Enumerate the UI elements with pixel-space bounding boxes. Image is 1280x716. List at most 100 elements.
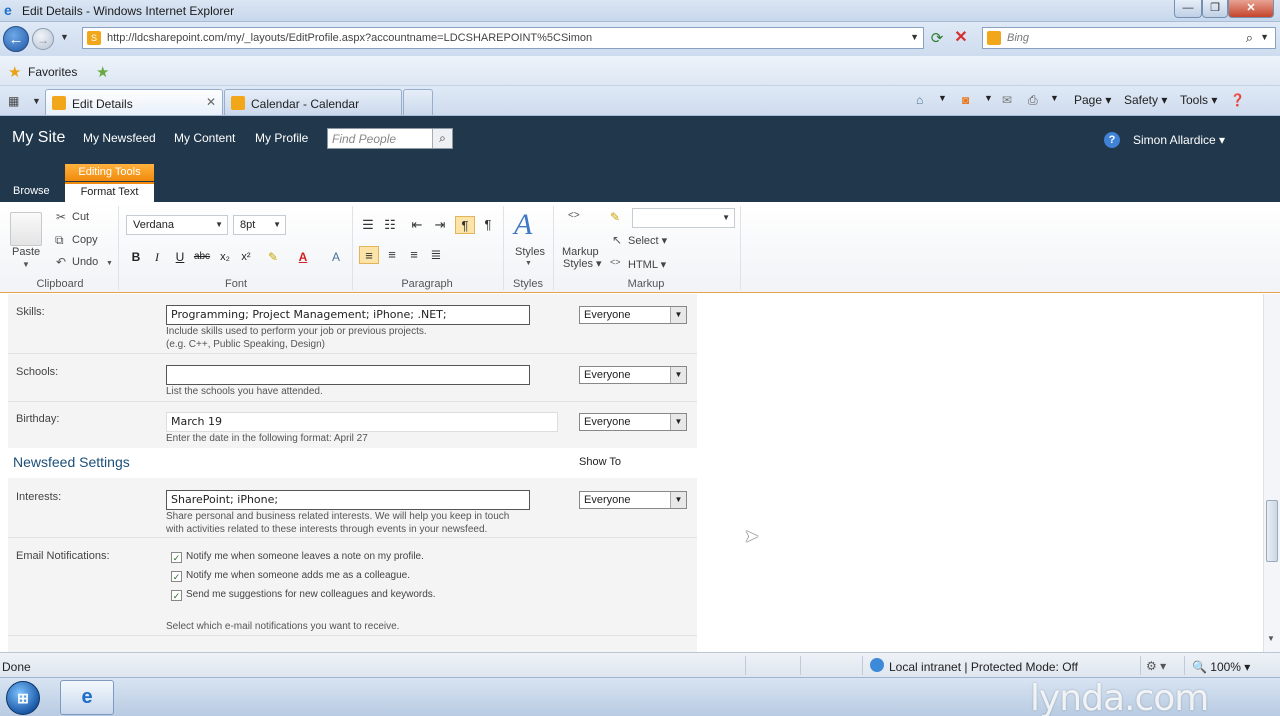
paste-button[interactable]: Paste: [12, 246, 40, 258]
user-menu[interactable]: Simon Allardice ▾: [1133, 133, 1225, 147]
address-dropdown-icon[interactable]: ▼: [910, 32, 919, 42]
nav-my-profile[interactable]: My Profile: [255, 131, 308, 145]
site-title[interactable]: My Site: [12, 129, 65, 147]
search-placeholder[interactable]: Bing: [1007, 32, 1029, 44]
forward-button[interactable]: →: [32, 28, 54, 50]
suggestions-checkbox[interactable]: ✓ Send me suggestions for new colleagues …: [171, 589, 436, 601]
search-box[interactable]: Bing ⌕ ▼: [982, 27, 1276, 49]
address-url[interactable]: http://ldcsharepoint.com/my/_layouts/Edi…: [107, 32, 592, 44]
stop-icon[interactable]: ✕: [952, 29, 970, 47]
nav-my-content[interactable]: My Content: [174, 131, 235, 145]
notify-note-checkbox[interactable]: ✓ Notify me when someone leaves a note on…: [171, 551, 424, 563]
scroll-down-icon[interactable]: ▼: [1267, 634, 1275, 643]
copy-icon[interactable]: ⧉: [55, 233, 64, 248]
align-center-icon[interactable]: ≡: [382, 246, 402, 264]
interests-input[interactable]: SharePoint; iPhone;: [166, 490, 530, 510]
help-icon[interactable]: ?: [1104, 132, 1120, 148]
refresh-icon[interactable]: ⟳: [928, 30, 946, 48]
copy-button[interactable]: Copy: [72, 234, 98, 246]
paste-icon[interactable]: [10, 212, 42, 246]
taskbar-internet-explorer-icon[interactable]: e: [60, 680, 114, 715]
html-button[interactable]: HTML ▾: [628, 258, 666, 271]
recent-pages-dropdown-icon[interactable]: ▼: [60, 32, 69, 42]
quick-tabs-icon[interactable]: ▦: [8, 94, 26, 109]
maximize-button[interactable]: ❐: [1202, 0, 1228, 18]
close-button[interactable]: ✕: [1228, 0, 1274, 18]
tab-list-dropdown-icon[interactable]: ▼: [32, 96, 41, 106]
checkbox-checked-icon[interactable]: ✓: [171, 552, 182, 563]
bulleted-list-icon[interactable]: ☰: [358, 216, 378, 234]
markup-styles-label-2[interactable]: Styles ▾: [563, 257, 602, 270]
interests-privacy-select[interactable]: Everyone ▼: [579, 491, 687, 509]
right-to-left-icon[interactable]: ¶: [478, 216, 498, 234]
undo-dropdown-icon[interactable]: ▼: [106, 260, 113, 267]
scrollbar-thumb[interactable]: [1266, 500, 1278, 562]
styles-icon[interactable]: A: [514, 208, 532, 242]
search-dropdown-icon[interactable]: ▼: [1260, 32, 1269, 42]
zoom-level[interactable]: 🔍 100% ▾: [1192, 660, 1250, 674]
italic-icon[interactable]: I: [148, 248, 166, 266]
skills-input[interactable]: Programming; Project Management; iPhone;…: [166, 305, 530, 325]
find-people-placeholder[interactable]: Find People: [332, 132, 396, 146]
font-color-icon[interactable]: A: [294, 248, 312, 266]
increase-indent-icon[interactable]: ⇥: [430, 216, 450, 234]
tab-browse[interactable]: Browse: [13, 185, 50, 197]
styles-dropdown-icon[interactable]: ▼: [525, 260, 532, 267]
highlight-color-icon[interactable]: ✎: [264, 248, 282, 266]
language-select[interactable]: ▼: [632, 208, 735, 228]
tab-edit-details[interactable]: Edit Details ✕: [45, 89, 223, 115]
justify-icon[interactable]: ≣: [426, 246, 446, 264]
decrease-indent-icon[interactable]: ⇤: [407, 216, 427, 234]
language-icon[interactable]: ✎: [610, 210, 620, 224]
print-dropdown-icon[interactable]: ▼: [1050, 93, 1059, 103]
new-tab-button[interactable]: [403, 89, 433, 115]
notify-colleague-checkbox[interactable]: ✓ Notify me when someone adds me as a col…: [171, 570, 410, 582]
favorites-star-icon[interactable]: ★: [8, 63, 21, 81]
align-left-icon[interactable]: ≡: [359, 246, 379, 264]
back-button[interactable]: ←: [3, 26, 29, 52]
html-icon[interactable]: <>: [610, 257, 621, 267]
search-icon[interactable]: ⌕: [432, 129, 452, 148]
cut-icon[interactable]: ✂: [56, 210, 66, 224]
checkbox-checked-icon[interactable]: ✓: [171, 590, 182, 601]
cut-button[interactable]: Cut: [72, 211, 89, 223]
address-bar[interactable]: S http://ldcsharepoint.com/my/_layouts/E…: [82, 27, 924, 49]
birthday-privacy-select[interactable]: Everyone ▼: [579, 413, 687, 431]
strikethrough-icon[interactable]: abc: [193, 248, 211, 266]
favorites-button[interactable]: Favorites: [28, 65, 77, 79]
left-to-right-icon[interactable]: ¶: [455, 216, 475, 234]
font-size-select[interactable]: 8pt ▼: [233, 215, 286, 235]
styles-button[interactable]: Styles: [515, 246, 545, 258]
search-icon[interactable]: ⌕: [1246, 30, 1253, 46]
font-face-select[interactable]: Verdana ▼: [126, 215, 228, 235]
add-to-favorites-bar-icon[interactable]: ★: [96, 63, 109, 81]
clear-format-icon[interactable]: A: [327, 248, 345, 266]
skills-privacy-select[interactable]: Everyone ▼: [579, 306, 687, 324]
page-menu[interactable]: Page ▾: [1074, 93, 1111, 107]
select-button[interactable]: Select ▾: [628, 234, 667, 247]
help-icon[interactable]: ❓: [1230, 93, 1245, 107]
birthday-input[interactable]: March 19: [166, 412, 558, 432]
tab-format-text[interactable]: Format Text: [65, 182, 154, 202]
find-people-input[interactable]: Find People ⌕: [327, 128, 453, 149]
bold-icon[interactable]: B: [127, 248, 145, 266]
schools-privacy-select[interactable]: Everyone ▼: [579, 366, 687, 384]
read-mail-icon[interactable]: ✉: [1002, 93, 1012, 107]
markup-styles-icon[interactable]: <>: [568, 210, 580, 221]
subscript-icon[interactable]: x₂: [216, 248, 234, 266]
home-dropdown-icon[interactable]: ▼: [938, 93, 947, 103]
tab-close-icon[interactable]: ✕: [206, 95, 216, 109]
numbered-list-icon[interactable]: ☷: [380, 216, 400, 234]
safety-menu[interactable]: Safety ▾: [1124, 93, 1167, 107]
nav-my-newsfeed[interactable]: My Newsfeed: [83, 131, 156, 145]
home-icon[interactable]: ⌂: [916, 93, 923, 107]
select-pointer-icon[interactable]: ↖: [612, 233, 622, 247]
start-button-windows-icon[interactable]: ⊞: [6, 681, 40, 715]
feeds-dropdown-icon[interactable]: ▼: [984, 93, 993, 103]
vertical-scrollbar[interactable]: ▼: [1263, 294, 1280, 652]
undo-button[interactable]: Undo: [72, 256, 98, 268]
tools-menu[interactable]: Tools ▾: [1180, 93, 1217, 107]
superscript-icon[interactable]: x²: [237, 248, 255, 266]
security-zone-text[interactable]: Local intranet | Protected Mode: Off: [889, 660, 1078, 674]
undo-icon[interactable]: ↶: [56, 255, 66, 269]
